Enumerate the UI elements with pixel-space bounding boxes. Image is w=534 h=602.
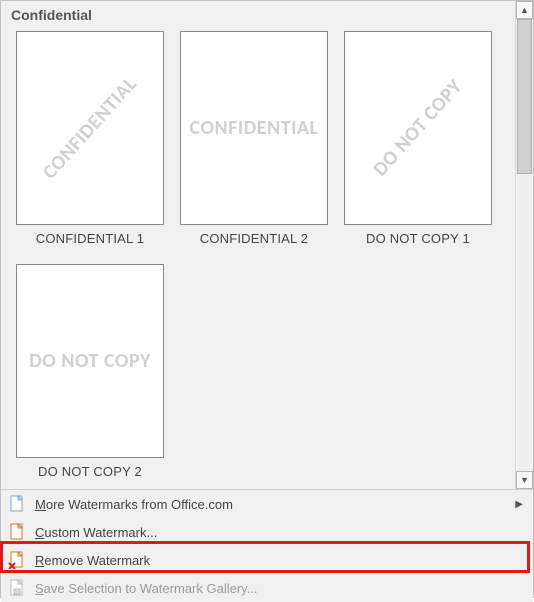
menu-label: Remove Watermark — [35, 553, 150, 568]
scroll-down-button[interactable]: ▼ — [516, 471, 533, 489]
thumb-item: CONFIDENTIAL CONFIDENTIAL 2 — [179, 31, 329, 246]
watermark-thumb-donotcopy-1[interactable]: DO NOT COPY — [344, 31, 492, 225]
watermark-text: CONFIDENTIAL — [190, 116, 319, 140]
watermark-text: DO NOT COPY — [368, 75, 467, 182]
menu-remove-watermark[interactable]: Remove Watermark — [1, 546, 533, 574]
thumb-item: DO NOT COPY DO NOT COPY 2 — [15, 264, 165, 479]
gallery-content: Confidential CONFIDENTIAL CONFIDENTIAL 1… — [1, 1, 515, 489]
page-save-icon — [7, 578, 27, 598]
page-icon — [7, 522, 27, 542]
watermark-thumb-confidential-2[interactable]: CONFIDENTIAL — [180, 31, 328, 225]
scroll-thumb[interactable] — [517, 19, 532, 174]
scrollbar: ▲ ▼ — [515, 1, 533, 489]
menu-area: More Watermarks from Office.com ▶ Custom… — [1, 489, 533, 602]
chevron-right-icon: ▶ — [515, 499, 523, 510]
scroll-up-button[interactable]: ▲ — [516, 1, 533, 19]
menu-label: More Watermarks from Office.com — [35, 497, 233, 512]
menu-label: Custom Watermark... — [35, 525, 157, 540]
page-remove-icon — [7, 550, 27, 570]
watermark-text: DO NOT COPY — [29, 349, 151, 373]
thumb-label: CONFIDENTIAL 1 — [36, 231, 145, 246]
watermark-gallery-panel: Confidential CONFIDENTIAL CONFIDENTIAL 1… — [0, 0, 534, 598]
chevron-up-icon: ▲ — [520, 5, 529, 15]
watermark-text: CONFIDENTIAL — [38, 72, 142, 184]
menu-more-watermarks[interactable]: More Watermarks from Office.com ▶ — [1, 490, 533, 518]
thumb-label: DO NOT COPY 1 — [366, 231, 470, 246]
menu-custom-watermark[interactable]: Custom Watermark... — [1, 518, 533, 546]
thumb-item: DO NOT COPY DO NOT COPY 1 — [343, 31, 493, 246]
section-header: Confidential — [1, 1, 515, 27]
thumb-label: CONFIDENTIAL 2 — [200, 231, 309, 246]
thumbnail-grid: CONFIDENTIAL CONFIDENTIAL 1 CONFIDENTIAL… — [1, 27, 515, 489]
watermark-thumb-confidential-1[interactable]: CONFIDENTIAL — [16, 31, 164, 225]
thumb-label: DO NOT COPY 2 — [38, 464, 142, 479]
thumb-item: CONFIDENTIAL CONFIDENTIAL 1 — [15, 31, 165, 246]
gallery-area: Confidential CONFIDENTIAL CONFIDENTIAL 1… — [1, 1, 533, 489]
page-icon — [7, 494, 27, 514]
watermark-thumb-donotcopy-2[interactable]: DO NOT COPY — [16, 264, 164, 458]
menu-label: Save Selection to Watermark Gallery... — [35, 581, 258, 596]
scroll-track[interactable] — [516, 19, 533, 471]
chevron-down-icon: ▼ — [520, 475, 529, 485]
